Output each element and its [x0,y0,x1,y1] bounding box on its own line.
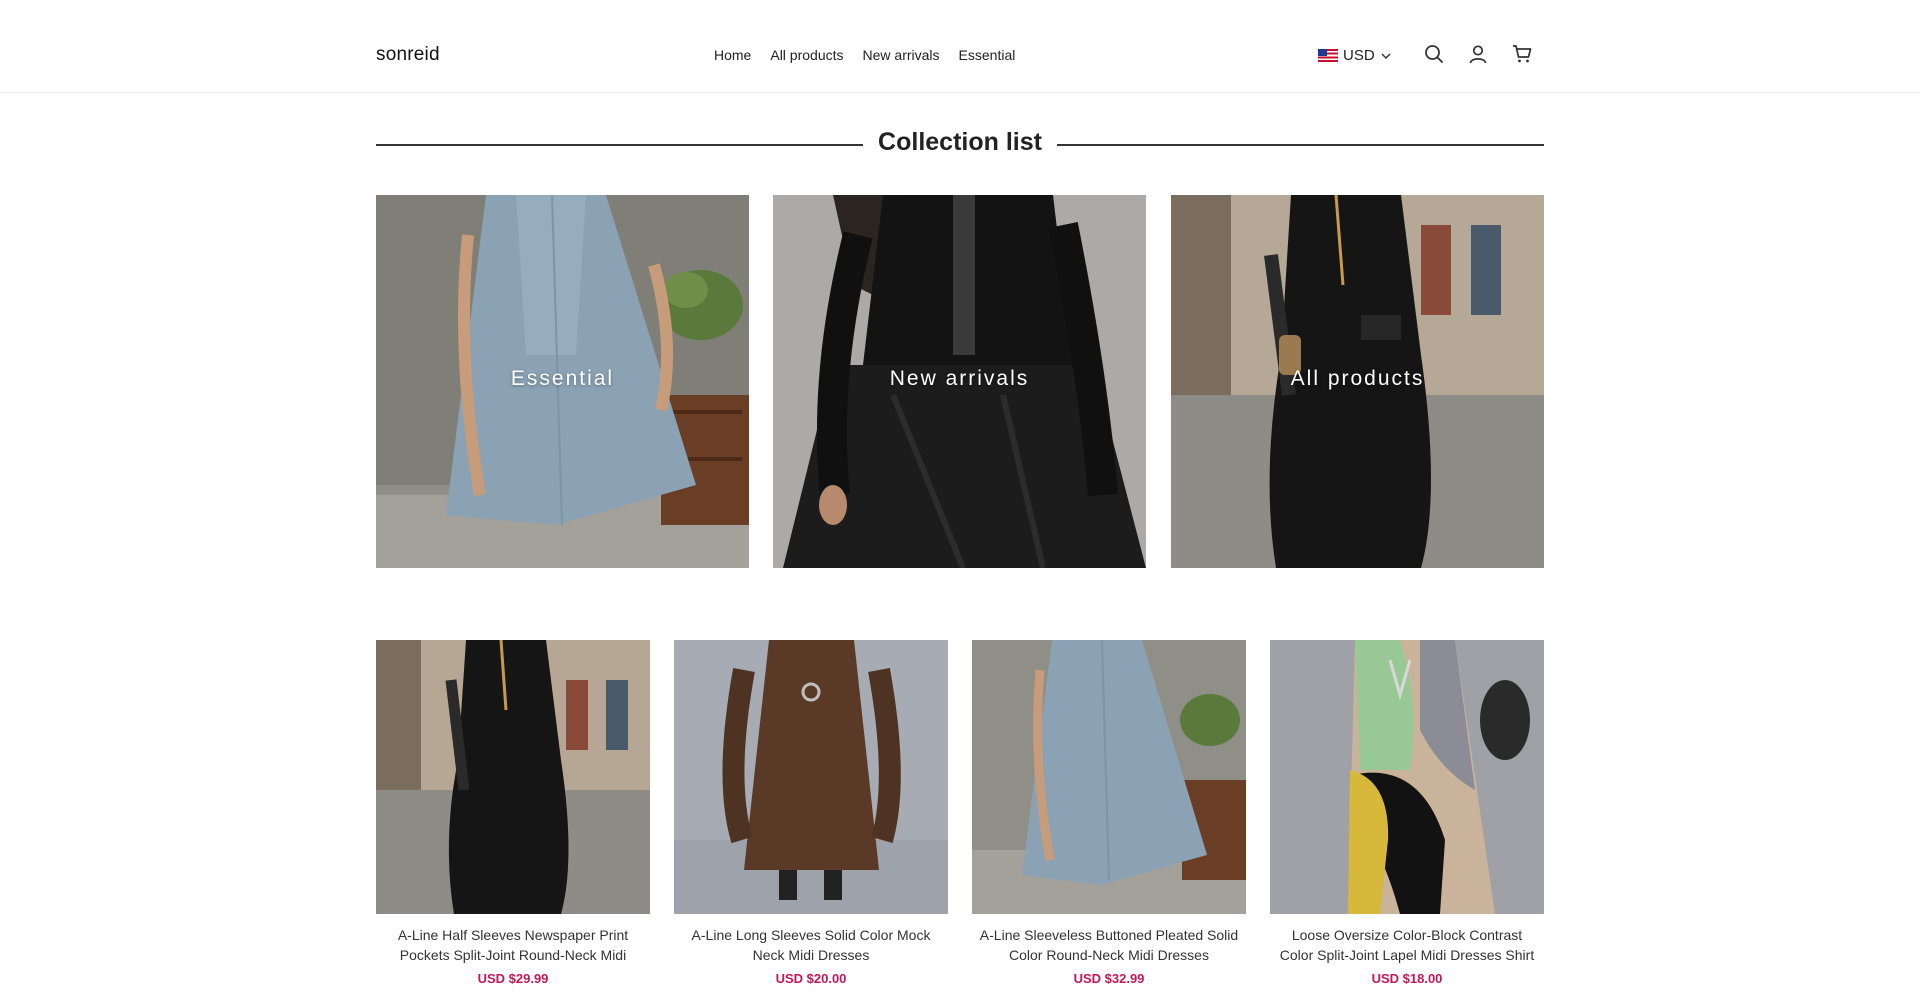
collection-label: All products [1290,367,1425,390]
us-flag-icon [1318,49,1338,62]
product-name[interactable]: A-Line Long Sleeves Solid Color Mock Nec… [674,925,948,965]
product-card: A-Line Sleeveless Buttoned Pleated Solid… [972,640,1246,986]
product-name[interactable]: Loose Oversize Color-Block Contrast Colo… [1270,925,1544,965]
collection-label: New arrivals [889,367,1030,390]
product-name[interactable]: A-Line Sleeveless Buttoned Pleated Solid… [972,925,1246,965]
product-card: Loose Oversize Color-Block Contrast Colo… [1270,640,1544,986]
currency-label: USD [1343,47,1375,64]
product-image[interactable] [376,640,650,914]
search-icon[interactable] [1423,43,1445,65]
collection-card-all-products[interactable]: All products [1171,195,1544,568]
product-image[interactable] [972,640,1246,914]
site-logo[interactable]: sonreid [376,44,440,66]
nav-new-arrivals[interactable]: New arrivals [863,47,940,63]
product-card: A-Line Half Sleeves Newspaper Print Pock… [376,640,650,986]
main-nav: Home All products New arrivals Essential [714,47,1015,63]
chevron-down-icon [1381,52,1391,59]
product-name[interactable]: A-Line Half Sleeves Newspaper Print Pock… [376,925,650,965]
nav-all-products[interactable]: All products [770,47,843,63]
product-card: A-Line Long Sleeves Solid Color Mock Nec… [674,640,948,986]
collection-label: Essential [510,367,615,390]
product-image[interactable] [1270,640,1544,914]
collection-card-new-arrivals[interactable]: New arrivals [773,195,1146,568]
nav-essential[interactable]: Essential [959,47,1016,63]
product-price: USD $18.00 [1371,971,1443,986]
product-image[interactable] [674,640,948,914]
product-price: USD $20.00 [775,971,847,986]
currency-selector[interactable]: USD [1318,47,1392,64]
nav-home[interactable]: Home [714,47,751,63]
account-icon[interactable] [1467,43,1489,65]
collection-list-heading: Collection list [376,128,1544,162]
cart-icon[interactable] [1511,43,1533,65]
site-header: sonreid Home All products New arrivals E… [0,0,1920,93]
product-price: USD $32.99 [1073,971,1145,986]
collection-card-essential[interactable]: Essential [376,195,749,568]
section-title: Collection list [878,128,1042,156]
product-price: USD $29.99 [477,971,549,986]
